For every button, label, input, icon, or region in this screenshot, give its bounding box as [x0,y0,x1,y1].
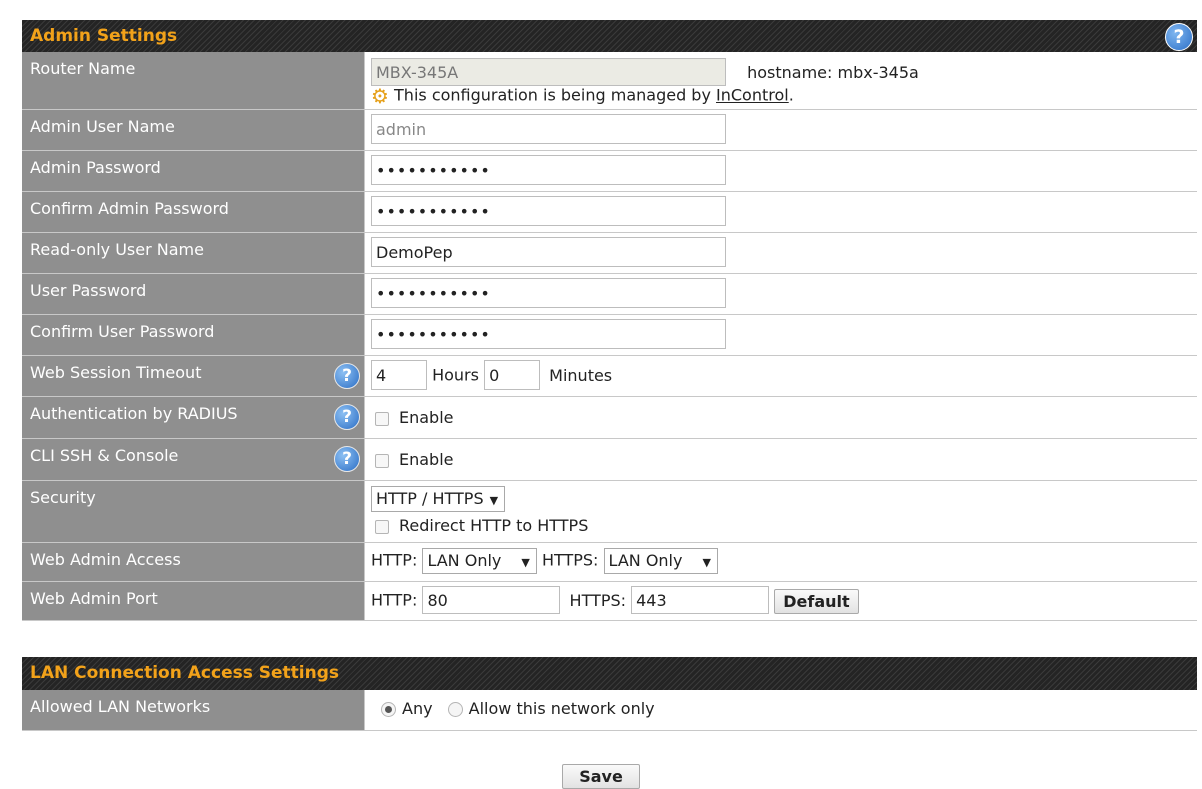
confirm-user-password-input[interactable] [371,319,726,349]
confirm-admin-password-value [365,192,1197,232]
dropdown-arrow-icon: ▼ [489,494,499,507]
help-icon[interactable]: ? [1165,23,1193,51]
https-port-label: HTTPS: [569,590,627,610]
web-admin-port-row: Web Admin Port HTTP: HTTPS: Default [22,582,1197,621]
confirm-user-password-row: Confirm User Password [22,315,1197,356]
cli-ssh-row: CLI SSH & Console ? Enable [22,439,1197,481]
cli-ssh-enable-checkbox[interactable] [375,453,389,468]
http-access-select[interactable]: LAN Only ▼ [422,548,537,574]
save-button-wrap: Save [0,764,1202,789]
hours-label: Hours [432,365,479,385]
readonly-user-value [365,233,1197,273]
any-radio[interactable] [381,702,396,717]
managed-text: This configuration is being managed by [394,85,717,105]
web-admin-access-value: HTTP: LAN Only ▼ HTTPS: LAN Only ▼ [365,543,1197,581]
cli-ssh-enable-label: Enable [399,450,454,469]
readonly-user-input[interactable] [371,237,726,267]
admin-password-value [365,151,1197,191]
admin-user-label: Admin User Name [22,110,365,150]
admin-user-row: Admin User Name [22,110,1197,151]
security-select[interactable]: HTTP / HTTPS ▼ [371,486,506,512]
hours-input[interactable] [371,360,427,390]
router-name-row: Router Name hostname: mbx-345a ⚙ This co… [22,52,1197,110]
router-name-value: hostname: mbx-345a ⚙ This configuration … [365,52,1197,109]
https-port-input[interactable] [631,586,770,614]
any-label: Any [402,699,433,718]
user-password-input[interactable] [371,278,726,308]
user-password-label: User Password [22,274,365,314]
redirect-https-checkbox[interactable] [375,519,389,534]
help-icon[interactable]: ? [334,404,360,430]
https-access-select[interactable]: LAN Only ▼ [603,548,718,574]
user-password-row: User Password [22,274,1197,315]
gear-icon: ⚙ [371,84,389,108]
help-icon[interactable]: ? [334,363,360,389]
auth-radius-row: Authentication by RADIUS ? Enable [22,397,1197,439]
confirm-user-password-value [365,315,1197,355]
confirm-admin-password-label: Confirm Admin Password [22,192,365,232]
allowed-lan-value: Any Allow this network only [365,690,1197,730]
security-label: Security [22,481,365,542]
dropdown-arrow-icon: ▼ [521,556,530,569]
https-access-label: HTTPS: [541,550,599,570]
admin-password-input[interactable] [371,155,726,185]
radius-enable-label: Enable [399,408,454,427]
minutes-label: Minutes [549,365,613,385]
lan-access-header: LAN Connection Access Settings [22,657,1197,690]
minutes-input[interactable] [484,360,541,390]
admin-settings-section: Admin Settings ? Router Name hostname: m… [22,20,1197,621]
incontrol-link[interactable]: InControl [716,86,789,105]
readonly-user-row: Read-only User Name [22,233,1197,274]
http-access-label: HTTP: [371,550,418,570]
admin-password-label: Admin Password [22,151,365,191]
http-port-input[interactable] [422,586,561,614]
router-name-input[interactable] [371,58,726,86]
network-only-radio[interactable] [447,702,463,717]
admin-user-value [365,110,1197,150]
web-session-timeout-value: Hours Minutes [365,356,1197,396]
web-session-timeout-label: Web Session Timeout ? [22,356,365,396]
radius-enable-checkbox[interactable] [375,411,389,426]
cli-ssh-value: Enable [365,439,1197,480]
lan-access-title: LAN Connection Access Settings [30,663,339,683]
save-button[interactable]: Save [562,764,640,789]
readonly-user-label: Read-only User Name [22,233,365,273]
web-session-timeout-row: Web Session Timeout ? Hours Minutes [22,356,1197,397]
admin-settings-title: Admin Settings [30,26,178,46]
security-row: Security HTTP / HTTPS ▼ Redirect HTTP to … [22,481,1197,543]
router-name-label: Router Name [22,52,365,109]
security-value: HTTP / HTTPS ▼ Redirect HTTP to HTTPS [365,481,1197,542]
allowed-lan-label: Allowed LAN Networks [22,690,365,730]
admin-password-row: Admin Password [22,151,1197,192]
web-admin-access-row: Web Admin Access HTTP: LAN Only ▼ HTTPS: … [22,543,1197,582]
help-icon[interactable]: ? [334,446,360,472]
default-button[interactable]: Default [774,588,859,614]
cli-ssh-label: CLI SSH & Console ? [22,439,365,480]
user-password-value [365,274,1197,314]
allowed-lan-row: Allowed LAN Networks Any Allow this netw… [22,690,1197,731]
confirm-user-password-label: Confirm User Password [22,315,365,355]
auth-radius-value: Enable [365,397,1197,438]
managed-note: ⚙ This configuration is being managed by… [371,84,1191,108]
hostname-text: hostname: mbx-345a [747,62,919,82]
web-admin-port-value: HTTP: HTTPS: Default [365,582,1197,620]
redirect-option: Redirect HTTP to HTTPS [371,516,1191,535]
admin-settings-header: Admin Settings ? [22,20,1197,52]
admin-user-input[interactable] [371,114,726,144]
redirect-https-label: Redirect HTTP to HTTPS [399,516,589,535]
confirm-admin-password-row: Confirm Admin Password [22,192,1197,233]
http-port-label: HTTP: [371,590,418,610]
web-admin-access-label: Web Admin Access [22,543,365,581]
dropdown-arrow-icon: ▼ [702,556,711,569]
network-only-label: Allow this network only [468,699,655,718]
confirm-admin-password-input[interactable] [371,196,726,226]
lan-access-section: LAN Connection Access Settings Allowed L… [22,657,1197,731]
web-admin-port-label: Web Admin Port [22,582,365,620]
auth-radius-label: Authentication by RADIUS ? [22,397,365,438]
managed-suffix: . [788,85,794,105]
